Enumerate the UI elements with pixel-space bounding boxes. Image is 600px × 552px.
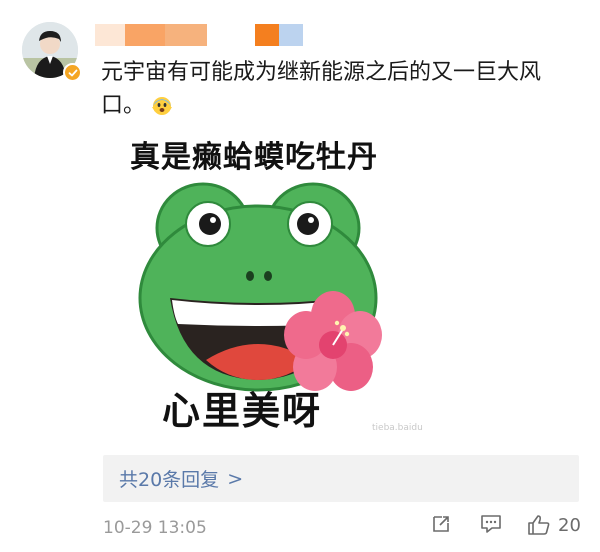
comment-text: 元宇宙有可能成为继新能源之后的又一巨大风口。 — [101, 56, 571, 122]
comment-timestamp: 10-29 13:05 — [103, 518, 207, 538]
redaction-block — [165, 24, 207, 46]
repost-icon — [433, 516, 449, 532]
redaction-block — [279, 24, 303, 46]
redaction-block — [95, 24, 125, 46]
comment-button[interactable] — [480, 514, 502, 534]
redaction-block — [125, 24, 165, 46]
like-button[interactable]: 20 — [527, 514, 581, 536]
sticker-bottom-caption: 心里美呀 — [162, 389, 323, 433]
redaction-block — [255, 24, 279, 46]
thumbs-up-icon — [528, 515, 550, 535]
replies-label: 共20条回复 — [119, 469, 220, 491]
comment-bubble-icon — [481, 515, 501, 533]
username-redacted[interactable] — [95, 24, 305, 46]
like-count: 20 — [558, 514, 581, 536]
repost-button[interactable] — [431, 514, 451, 534]
sticker-watermark: tieba.baidu — [372, 423, 423, 433]
scared-face-emoji-icon — [152, 97, 173, 115]
chevron-right-icon: > — [227, 467, 244, 490]
view-replies-button[interactable]: 共20条回复 > — [103, 455, 579, 502]
sticker-top-caption: 真是癞蛤蟆吃牡丹 — [130, 140, 378, 175]
verified-badge-icon — [63, 63, 82, 82]
